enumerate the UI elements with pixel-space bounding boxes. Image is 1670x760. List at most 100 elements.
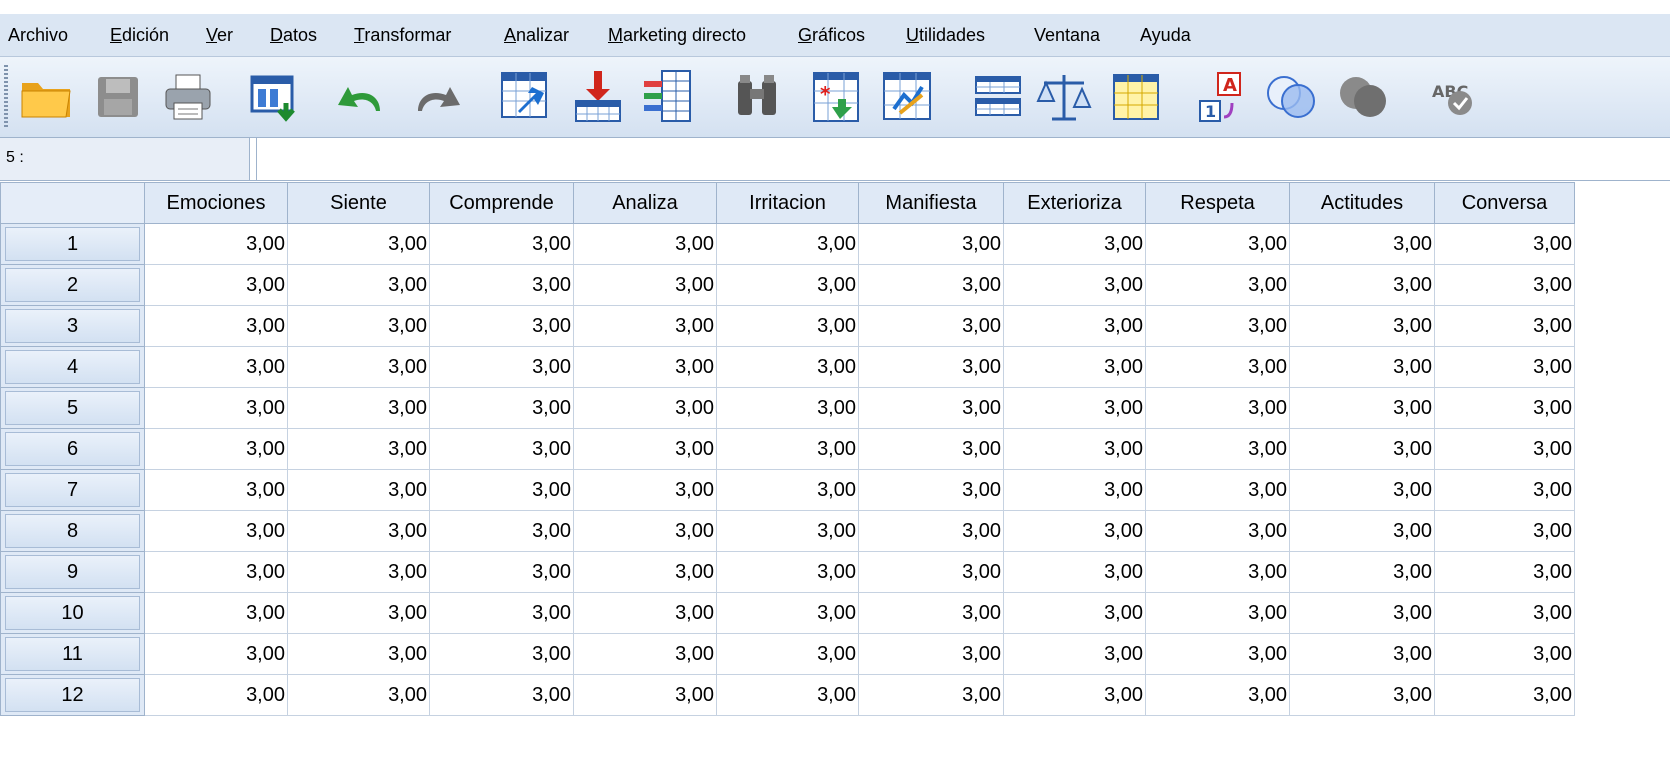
column-header-exterioriza[interactable]: Exterioriza <box>1003 182 1146 224</box>
data-cell[interactable]: 3,00 <box>1289 305 1435 347</box>
grid-corner[interactable] <box>0 182 145 224</box>
column-header-siente[interactable]: Siente <box>287 182 430 224</box>
row-header[interactable]: 11 <box>0 633 145 675</box>
data-cell[interactable]: 3,00 <box>1289 223 1435 265</box>
data-cell[interactable]: 3,00 <box>1145 387 1290 429</box>
data-cell[interactable]: 3,00 <box>716 223 859 265</box>
row-header[interactable]: 8 <box>0 510 145 552</box>
data-cell[interactable]: 3,00 <box>429 469 574 511</box>
data-cell[interactable]: 3,00 <box>716 469 859 511</box>
data-cell[interactable]: 3,00 <box>287 592 430 634</box>
row-header[interactable]: 7 <box>0 469 145 511</box>
data-cell[interactable]: 3,00 <box>573 346 717 388</box>
data-cell[interactable]: 3,00 <box>429 633 574 675</box>
data-cell[interactable]: 3,00 <box>1434 551 1575 593</box>
data-cell[interactable]: 3,00 <box>144 264 288 306</box>
save-disk-icon[interactable] <box>88 67 148 127</box>
data-cell[interactable]: 3,00 <box>858 510 1004 552</box>
data-cell[interactable]: 3,00 <box>716 387 859 429</box>
data-cell[interactable]: 3,00 <box>1145 346 1290 388</box>
data-cell[interactable]: 3,00 <box>287 551 430 593</box>
data-cell[interactable]: 3,00 <box>1434 305 1575 347</box>
open-folder-icon[interactable] <box>16 67 76 127</box>
data-cell[interactable]: 3,00 <box>287 469 430 511</box>
data-cell[interactable]: 3,00 <box>573 510 717 552</box>
row-header[interactable]: 12 <box>0 674 145 716</box>
data-cell[interactable]: 3,00 <box>1003 346 1146 388</box>
print-icon[interactable] <box>158 67 218 127</box>
data-cell[interactable]: 3,00 <box>1003 510 1146 552</box>
data-cell[interactable]: 3,00 <box>1289 674 1435 716</box>
data-cell[interactable]: 3,00 <box>287 223 430 265</box>
data-cell[interactable]: 3,00 <box>144 592 288 634</box>
row-header[interactable]: 1 <box>0 223 145 265</box>
data-cell[interactable]: 3,00 <box>716 428 859 470</box>
data-cell[interactable]: 3,00 <box>858 674 1004 716</box>
data-cell[interactable]: 3,00 <box>573 387 717 429</box>
column-header-comprende[interactable]: Comprende <box>429 182 574 224</box>
data-cell[interactable]: 3,00 <box>1003 592 1146 634</box>
row-header[interactable]: 2 <box>0 264 145 306</box>
data-cell[interactable]: 3,00 <box>1145 510 1290 552</box>
data-cell[interactable]: 3,00 <box>858 346 1004 388</box>
data-cell[interactable]: 3,00 <box>1289 346 1435 388</box>
split-file-icon[interactable] <box>968 67 1028 127</box>
menu-analizar[interactable]: Analizar <box>504 25 569 46</box>
row-header[interactable]: 5 <box>0 387 145 429</box>
data-cell[interactable]: 3,00 <box>1003 264 1146 306</box>
data-cell[interactable]: 3,00 <box>1289 633 1435 675</box>
data-cell[interactable]: 3,00 <box>1003 633 1146 675</box>
data-cell[interactable]: 3,00 <box>1003 674 1146 716</box>
data-cell[interactable]: 3,00 <box>573 264 717 306</box>
data-cell[interactable]: 3,00 <box>716 264 859 306</box>
data-cell[interactable]: 3,00 <box>1289 428 1435 470</box>
row-header[interactable]: 3 <box>0 305 145 347</box>
menu-utilidades[interactable]: Utilidades <box>906 25 985 46</box>
variables-icon[interactable] <box>638 67 698 127</box>
data-cell[interactable]: 3,00 <box>287 633 430 675</box>
data-cell[interactable]: 3,00 <box>1145 551 1290 593</box>
data-cell[interactable]: 3,00 <box>858 264 1004 306</box>
data-cell[interactable]: 3,00 <box>144 633 288 675</box>
data-cell[interactable]: 3,00 <box>144 469 288 511</box>
data-cell[interactable]: 3,00 <box>287 264 430 306</box>
data-cell[interactable]: 3,00 <box>429 428 574 470</box>
data-cell[interactable]: 3,00 <box>429 592 574 634</box>
data-cell[interactable]: 3,00 <box>1434 510 1575 552</box>
undo-icon[interactable] <box>330 67 390 127</box>
data-cell[interactable]: 3,00 <box>1003 305 1146 347</box>
menu-archivo[interactable]: Archivo <box>8 25 68 46</box>
data-cell[interactable]: 3,00 <box>858 592 1004 634</box>
data-cell[interactable]: 3,00 <box>573 428 717 470</box>
data-cell[interactable]: 3,00 <box>1003 387 1146 429</box>
data-cell[interactable]: 3,00 <box>1289 551 1435 593</box>
data-cell[interactable]: 3,00 <box>429 223 574 265</box>
data-cell[interactable]: 3,00 <box>1434 674 1575 716</box>
menu-graficos[interactable]: Gráficos <box>798 25 865 46</box>
data-cell[interactable]: 3,00 <box>858 633 1004 675</box>
data-cell[interactable]: 3,00 <box>1289 510 1435 552</box>
weight-cases-icon[interactable] <box>1034 67 1094 127</box>
data-cell[interactable]: 3,00 <box>1434 346 1575 388</box>
data-cell[interactable]: 3,00 <box>144 551 288 593</box>
data-cell[interactable]: 3,00 <box>144 674 288 716</box>
data-cell[interactable]: 3,00 <box>144 510 288 552</box>
data-cell[interactable]: 3,00 <box>287 305 430 347</box>
data-cell[interactable]: 3,00 <box>858 305 1004 347</box>
data-cell[interactable]: 3,00 <box>287 510 430 552</box>
data-cell[interactable]: 3,00 <box>1003 551 1146 593</box>
data-cell[interactable]: 3,00 <box>429 674 574 716</box>
data-cell[interactable]: 3,00 <box>1003 223 1146 265</box>
data-cell[interactable]: 3,00 <box>287 387 430 429</box>
insert-cases-icon[interactable]: * <box>806 67 866 127</box>
cell-value-input[interactable] <box>256 138 1670 180</box>
data-cell[interactable]: 3,00 <box>1145 428 1290 470</box>
column-header-conversa[interactable]: Conversa <box>1434 182 1575 224</box>
data-cell[interactable]: 3,00 <box>144 305 288 347</box>
data-cell[interactable]: 3,00 <box>144 223 288 265</box>
data-cell[interactable]: 3,00 <box>716 592 859 634</box>
data-cell[interactable]: 3,00 <box>1434 592 1575 634</box>
row-header[interactable]: 10 <box>0 592 145 634</box>
column-header-analiza[interactable]: Analiza <box>573 182 717 224</box>
use-variable-sets-icon[interactable] <box>1262 67 1322 127</box>
